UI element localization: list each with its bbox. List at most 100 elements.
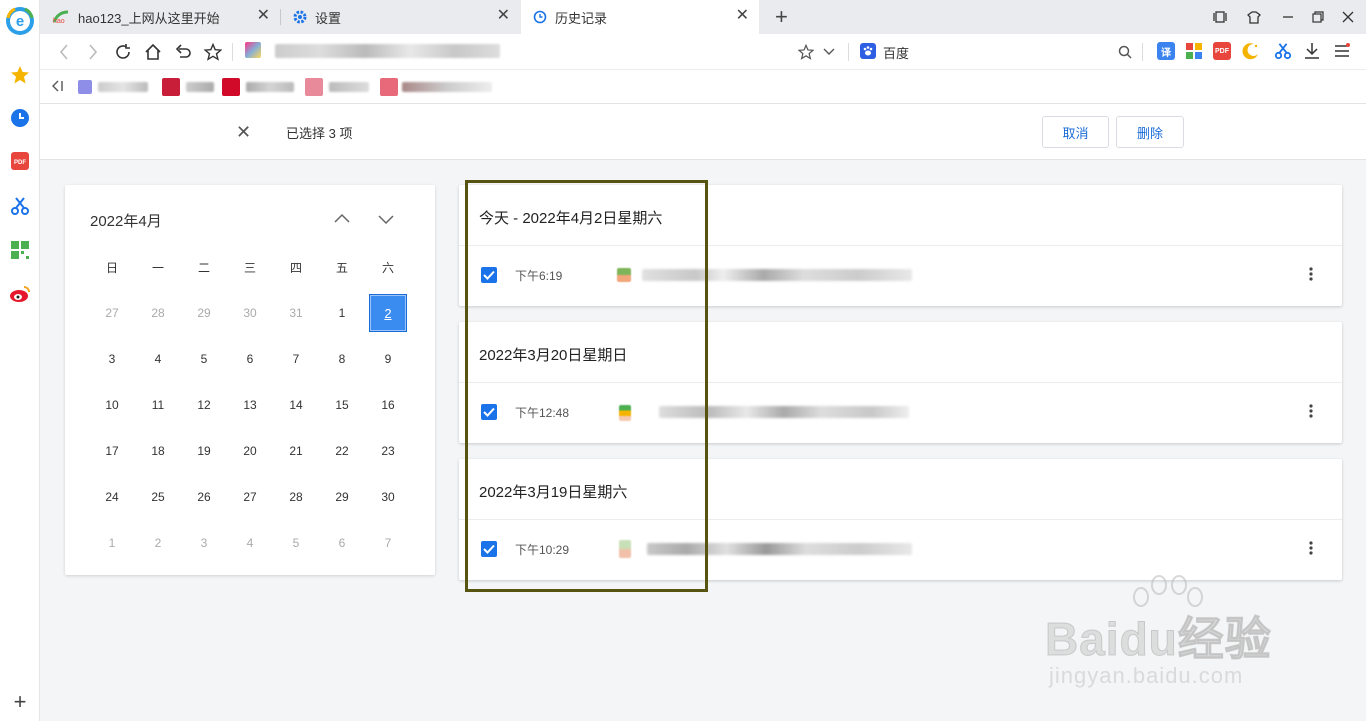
tab-hao123[interactable]: hao hao123_上网从这里开始 ✕: [40, 0, 280, 34]
bookmark-item[interactable]: [98, 82, 148, 92]
app-center-icon[interactable]: [1185, 42, 1203, 60]
chevron-down-icon[interactable]: [818, 41, 840, 63]
minimize-icon[interactable]: [1278, 7, 1298, 27]
calendar-day[interactable]: 27: [92, 293, 132, 333]
calendar-day[interactable]: 8: [322, 339, 362, 379]
add-sidebar-item-icon[interactable]: +: [8, 689, 32, 714]
calendar-day[interactable]: 26: [184, 477, 224, 517]
apps-grid-icon[interactable]: [8, 238, 32, 262]
chevron-down-icon[interactable]: [374, 207, 398, 231]
favorite-page-icon[interactable]: [795, 41, 817, 63]
bookmark-item[interactable]: [305, 78, 323, 96]
calendar-day[interactable]: 7: [368, 523, 408, 563]
calendar-day[interactable]: 21: [276, 431, 316, 471]
calendar-day[interactable]: 2: [138, 523, 178, 563]
calendar-day[interactable]: 5: [276, 523, 316, 563]
chevron-up-icon[interactable]: [330, 207, 354, 231]
search-engine-input[interactable]: 百度: [883, 43, 909, 62]
calendar-day[interactable]: 27: [230, 477, 270, 517]
calendar-day[interactable]: 28: [276, 477, 316, 517]
cancel-button[interactable]: 取消: [1042, 116, 1109, 148]
calendar-day[interactable]: 29: [184, 293, 224, 333]
calendar-day[interactable]: 25: [138, 477, 178, 517]
more-options-icon[interactable]: [1304, 538, 1318, 558]
night-mode-icon[interactable]: [1242, 42, 1260, 60]
sidebar-toggle-icon[interactable]: [1210, 7, 1230, 27]
favorites-star-icon[interactable]: [8, 63, 32, 87]
calendar-day[interactable]: 24: [92, 477, 132, 517]
search-icon[interactable]: [1114, 41, 1136, 63]
calendar-day[interactable]: 17: [92, 431, 132, 471]
calendar-day[interactable]: 9: [368, 339, 408, 379]
back-icon[interactable]: [53, 41, 75, 63]
undo-close-icon[interactable]: [172, 41, 194, 63]
bookmark-item[interactable]: [246, 82, 294, 92]
bookmark-star-icon[interactable]: [202, 41, 224, 63]
calendar-day[interactable]: 5: [184, 339, 224, 379]
tab-close-icon[interactable]: ✕: [736, 8, 749, 24]
tab-settings[interactable]: 设置 ✕: [281, 0, 520, 34]
home-icon[interactable]: [142, 41, 164, 63]
calendar-day[interactable]: 30: [230, 293, 270, 333]
calendar-day[interactable]: 22: [322, 431, 362, 471]
calendar-day[interactable]: 11: [138, 385, 178, 425]
calendar-day[interactable]: 16: [368, 385, 408, 425]
calendar-day[interactable]: 3: [92, 339, 132, 379]
download-icon[interactable]: [1303, 42, 1321, 60]
calendar-day[interactable]: 28: [138, 293, 178, 333]
weibo-icon[interactable]: [8, 282, 32, 306]
new-tab-button[interactable]: +: [775, 4, 788, 30]
bookmark-item[interactable]: [380, 78, 398, 96]
restore-icon[interactable]: [1308, 7, 1328, 27]
calendar-day[interactable]: 15: [322, 385, 362, 425]
calendar-day[interactable]: 6: [230, 339, 270, 379]
bookmark-item[interactable]: [222, 78, 240, 96]
browser-logo-icon[interactable]: e: [5, 6, 35, 36]
calendar-day[interactable]: 14: [276, 385, 316, 425]
forward-icon[interactable]: [82, 41, 104, 63]
bookmark-item[interactable]: [78, 80, 92, 94]
calendar-day[interactable]: 19: [184, 431, 224, 471]
bookmark-item[interactable]: [186, 82, 214, 92]
calendar-day[interactable]: 6: [322, 523, 362, 563]
calendar-day-selected[interactable]: 2: [369, 294, 407, 332]
calendar-day[interactable]: 1: [92, 523, 132, 563]
calendar-day[interactable]: 10: [92, 385, 132, 425]
calendar-day[interactable]: 3: [184, 523, 224, 563]
baidu-jingyan-watermark: Baidu经验 jingyan.baidu.com: [1045, 575, 1345, 695]
history-clock-icon[interactable]: [8, 106, 32, 130]
tab-close-icon[interactable]: ✕: [257, 8, 270, 24]
more-options-icon[interactable]: [1304, 264, 1318, 284]
calendar-day[interactable]: 4: [138, 339, 178, 379]
reload-icon[interactable]: [112, 41, 134, 63]
calendar-day[interactable]: 1: [322, 293, 362, 333]
scissors-icon[interactable]: [8, 194, 32, 218]
calendar-day[interactable]: 31: [276, 293, 316, 333]
pdf-extension-icon[interactable]: PDF: [1213, 42, 1231, 60]
collapse-sidebar-icon[interactable]: [50, 79, 64, 98]
bookmark-item[interactable]: [329, 82, 369, 92]
calendar-day[interactable]: 18: [138, 431, 178, 471]
delete-button[interactable]: 删除: [1116, 116, 1184, 148]
skin-icon[interactable]: [1244, 7, 1264, 27]
calendar-day[interactable]: 29: [322, 477, 362, 517]
calendar-day[interactable]: 12: [184, 385, 224, 425]
bookmark-item[interactable]: [402, 82, 492, 92]
more-options-icon[interactable]: [1304, 401, 1318, 421]
calendar-day[interactable]: 13: [230, 385, 270, 425]
window-close-icon[interactable]: [1338, 7, 1358, 27]
bookmark-item[interactable]: [162, 78, 180, 96]
menu-icon[interactable]: [1333, 42, 1351, 60]
calendar-day[interactable]: 30: [368, 477, 408, 517]
calendar-day[interactable]: 20: [230, 431, 270, 471]
clear-selection-icon[interactable]: ✕: [236, 122, 251, 143]
calendar-day[interactable]: 7: [276, 339, 316, 379]
pdf-icon[interactable]: PDF: [8, 149, 32, 173]
calendar-day[interactable]: 23: [368, 431, 408, 471]
url-field[interactable]: [275, 44, 500, 58]
tab-history[interactable]: 历史记录 ✕: [521, 0, 759, 34]
screenshot-scissors-icon[interactable]: [1274, 42, 1292, 60]
calendar-day[interactable]: 4: [230, 523, 270, 563]
translate-icon[interactable]: 译: [1157, 42, 1175, 60]
tab-close-icon[interactable]: ✕: [497, 8, 510, 24]
